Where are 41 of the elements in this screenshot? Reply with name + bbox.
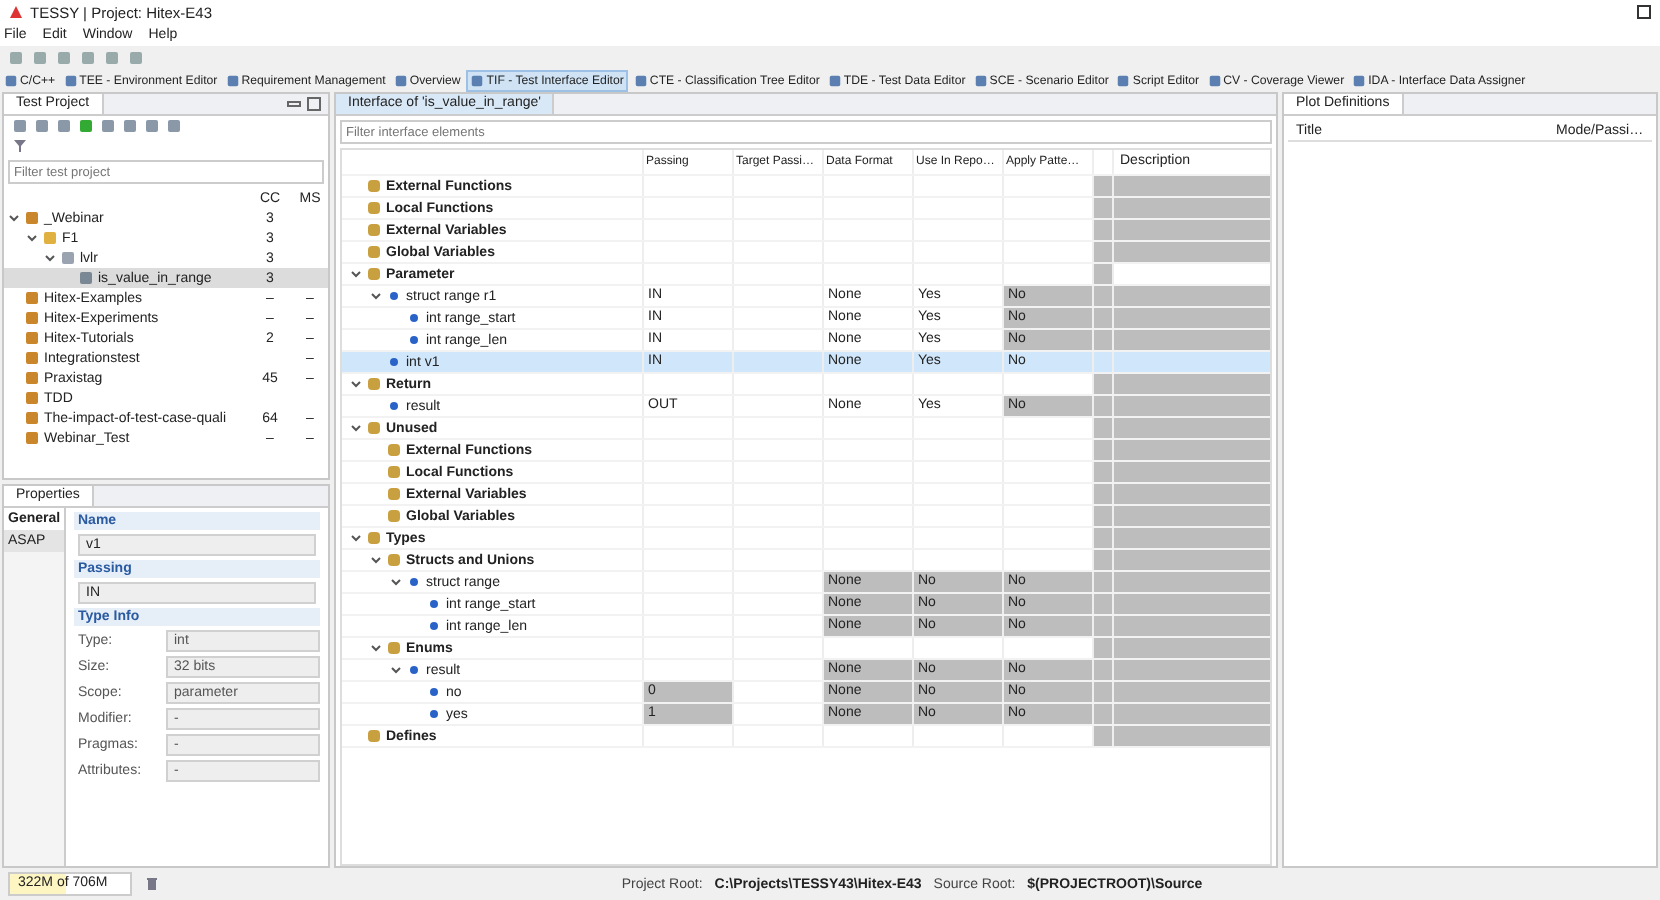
perspective-icon <box>63 73 78 87</box>
dot-icon <box>406 310 422 326</box>
chevron-down-icon[interactable] <box>8 212 20 224</box>
chevron-down-icon[interactable] <box>350 378 362 390</box>
chevron-down-icon[interactable] <box>26 232 38 244</box>
maximize-icon[interactable] <box>1636 4 1652 20</box>
dot-icon <box>426 706 442 722</box>
perspective-icon <box>633 73 648 87</box>
perspective-icon <box>225 73 240 87</box>
perspective-icon <box>393 73 408 87</box>
dot-icon <box>406 332 422 348</box>
perspective-icon <box>470 73 485 87</box>
chevron-down-icon[interactable] <box>350 268 362 280</box>
dot-icon <box>426 618 442 634</box>
dot-icon <box>406 574 422 590</box>
perspective-icon <box>1116 73 1131 87</box>
perspective-icon <box>827 73 842 87</box>
chevron-down-icon[interactable] <box>44 252 56 264</box>
app-logo-icon <box>8 4 24 20</box>
dot-icon <box>386 288 402 304</box>
dot-icon <box>426 596 442 612</box>
chevron-down-icon[interactable] <box>370 290 382 302</box>
chevron-down-icon[interactable] <box>350 532 362 544</box>
category-icon <box>366 376 382 392</box>
chevron-down-icon[interactable] <box>390 664 402 676</box>
perspective-icon <box>4 73 18 87</box>
dot-icon <box>426 684 442 700</box>
category-icon <box>366 728 382 744</box>
perspective-icon <box>1352 73 1367 87</box>
chevron-down-icon[interactable] <box>370 642 382 654</box>
chevron-down-icon[interactable] <box>370 554 382 566</box>
trash-icon[interactable] <box>144 876 160 892</box>
chevron-down-icon[interactable] <box>390 576 402 588</box>
perspective-icon <box>1207 73 1222 87</box>
dot-icon <box>386 398 402 414</box>
dot-icon <box>386 354 402 370</box>
dot-icon <box>406 662 422 678</box>
minimize-icon[interactable] <box>286 96 302 112</box>
perspective-icon <box>973 73 988 87</box>
chevron-down-icon[interactable] <box>350 422 362 434</box>
category-icon <box>386 640 402 656</box>
